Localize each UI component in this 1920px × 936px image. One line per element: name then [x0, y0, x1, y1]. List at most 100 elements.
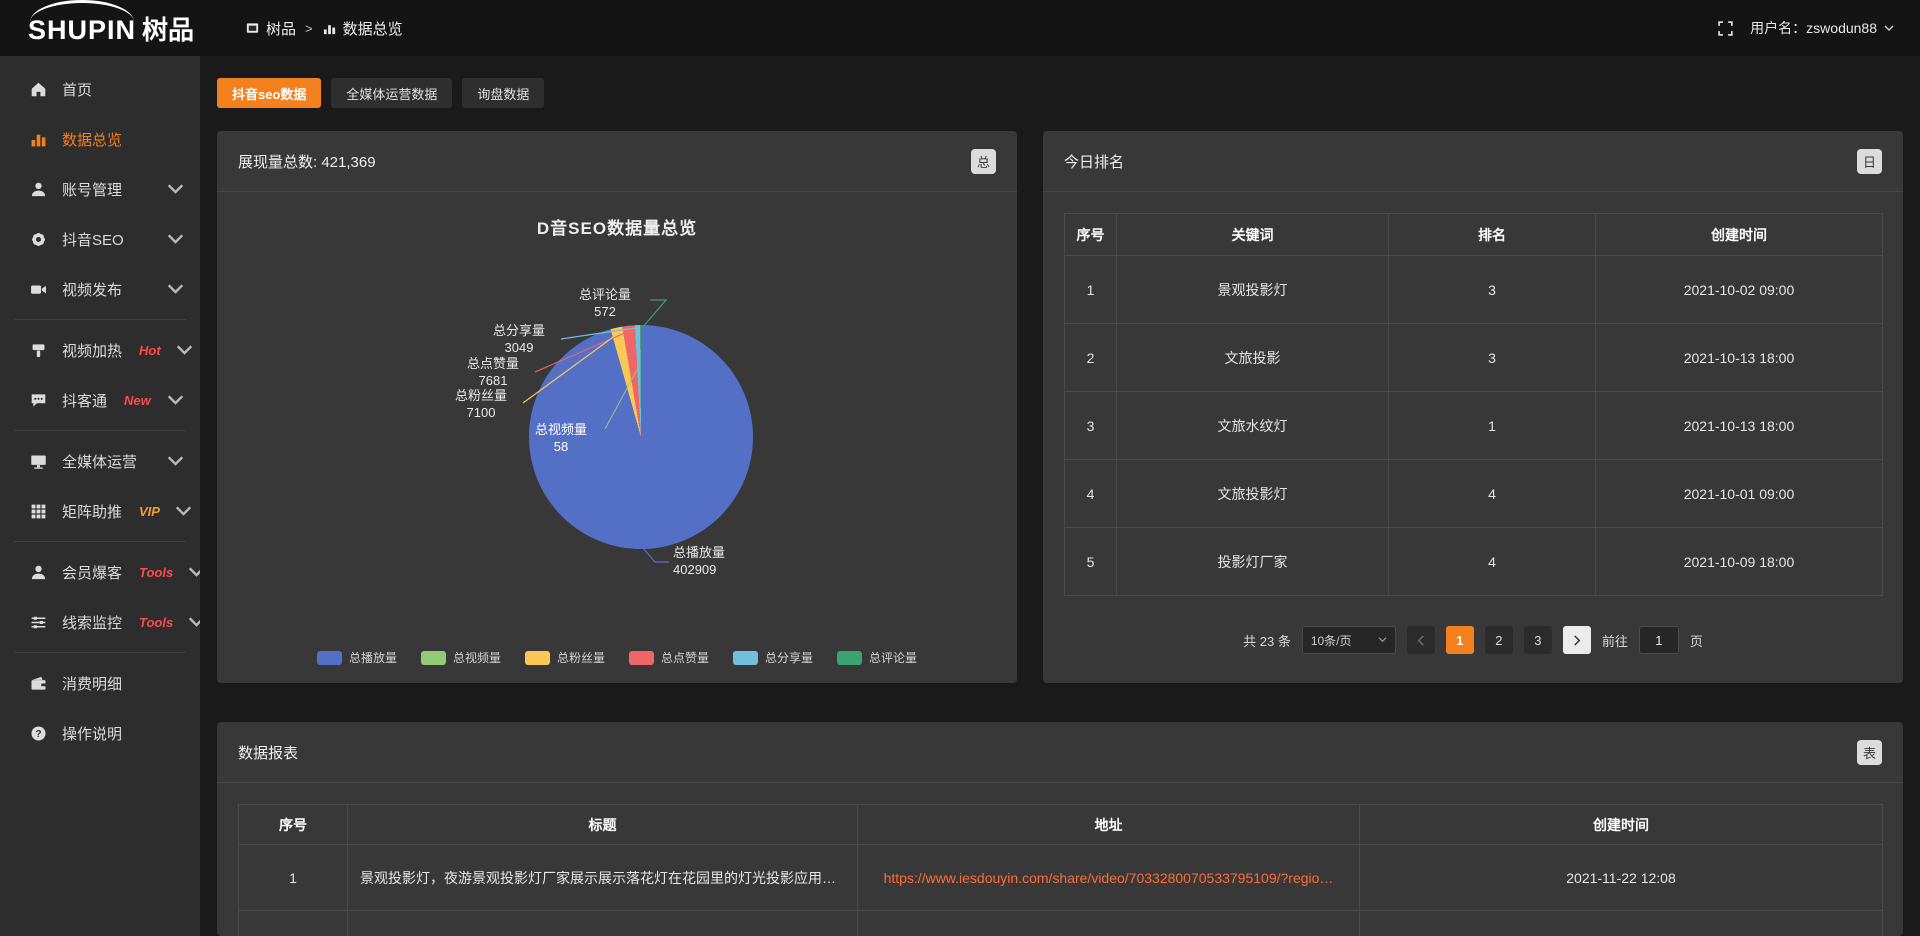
- day-badge-button[interactable]: 日: [1857, 149, 1882, 174]
- page-button-1[interactable]: 1: [1446, 626, 1474, 654]
- sidebar-item-clue-monitor[interactable]: 线索监控 Tools: [0, 597, 200, 647]
- pie-label-name: 总评论量: [563, 286, 647, 303]
- table-row: 3 文旅水纹灯 1 2021-10-13 18:00: [1065, 392, 1883, 460]
- legend-item-shares[interactable]: 总分享量: [733, 649, 813, 666]
- pie-label-plays: 总播放量 402909: [673, 544, 773, 578]
- sidebar-item-video-heat[interactable]: 视频加热 Hot: [0, 325, 200, 375]
- page-button-3[interactable]: 3: [1524, 626, 1552, 654]
- sidebar-item-matrix-boost[interactable]: 矩阵助推 VIP: [0, 486, 200, 536]
- breadcrumb-root-label: 树品: [266, 18, 296, 39]
- bar-chart-icon: [322, 21, 337, 36]
- legend-item-likes[interactable]: 总点赞量: [629, 649, 709, 666]
- pie-label-comments: 总评论量 572: [563, 286, 647, 320]
- cell-keyword: 文旅投影: [1117, 324, 1389, 392]
- goto-label: 前往: [1602, 631, 1628, 650]
- pie-label-value: 58: [517, 438, 605, 455]
- legend-label: 总播放量: [349, 649, 397, 666]
- user-icon: [30, 564, 47, 581]
- report-title: 数据报表: [238, 742, 298, 763]
- chevron-down-icon: [167, 453, 184, 470]
- chevron-down-icon: [175, 503, 192, 520]
- sidebar-item-label: 视频加热: [62, 340, 122, 361]
- sidebar-item-expense-detail[interactable]: 消费明细: [0, 658, 200, 708]
- sidebar-item-video-publish[interactable]: 视频发布: [0, 264, 200, 314]
- col-header-created: 创建时间: [1596, 214, 1883, 256]
- data-tabs: 抖音seo数据 全媒体运营数据 询盘数据: [217, 78, 1903, 108]
- sidebar-item-label: 账号管理: [62, 179, 122, 200]
- goto-page-input[interactable]: [1639, 626, 1679, 654]
- legend-item-videos[interactable]: 总视频量: [421, 649, 501, 666]
- sidebar-item-account[interactable]: 账号管理: [0, 164, 200, 214]
- col-header-created: 创建时间: [1360, 805, 1883, 845]
- tab-omnimedia-data[interactable]: 全媒体运营数据: [331, 78, 452, 108]
- cell-index: 2: [1065, 324, 1117, 392]
- sidebar-item-douketong[interactable]: 抖客通 New: [0, 375, 200, 425]
- chevron-down-icon: [167, 392, 184, 409]
- sidebar-item-label: 首页: [62, 79, 92, 100]
- sidebar-item-label: 线索监控: [62, 612, 122, 633]
- tools-badge: Tools: [139, 615, 173, 630]
- sidebar-item-home[interactable]: 首页: [0, 64, 200, 114]
- pie-label-shares: 总分享量 3049: [479, 322, 559, 356]
- tab-inquiry-data[interactable]: 询盘数据: [462, 78, 544, 108]
- sidebar-item-omnimedia[interactable]: 全媒体运营: [0, 436, 200, 486]
- legend-item-fans[interactable]: 总粉丝量: [525, 649, 605, 666]
- cell-rank: 3: [1389, 324, 1596, 392]
- legend-item-comments[interactable]: 总评论量: [837, 649, 917, 666]
- table-badge-button[interactable]: 表: [1857, 740, 1882, 765]
- goto-unit-label: 页: [1690, 631, 1703, 650]
- table-row: 1 景观投影灯，夜游景观投影灯厂家展示展示落花灯在花园里的灯光投影应用效果 #……: [239, 845, 1883, 911]
- table-row: 1 景观投影灯 3 2021-10-02 09:00: [1065, 256, 1883, 324]
- chart-legend: 总播放量 总视频量 总粉丝量 总点赞量 总分享量 总评论量: [217, 649, 1017, 666]
- cell-index: [239, 911, 348, 936]
- chevron-down-icon: [167, 281, 184, 298]
- video-link[interactable]: https://www.iesdouyin.com/share/video/70…: [884, 870, 1334, 886]
- table-header-row: 序号 标题 地址 创建时间: [239, 805, 1883, 845]
- sidebar-item-data-overview[interactable]: 数据总览: [0, 114, 200, 164]
- page-size-select[interactable]: 10条/页: [1302, 626, 1396, 654]
- pie-label-fans: 总粉丝量 7100: [441, 387, 521, 421]
- ranking-body: 序号 关键词 排名 创建时间 1 景观投影灯 3 2021-10-02 09:0…: [1043, 192, 1903, 675]
- cell-keyword: 投影灯厂家: [1117, 528, 1389, 596]
- pie-label-name: 总视频量: [517, 421, 605, 438]
- sidebar-item-label: 抖音SEO: [62, 229, 124, 250]
- cell-index: 5: [1065, 528, 1117, 596]
- cell-rank: 1: [1389, 392, 1596, 460]
- prev-page-button[interactable]: [1407, 626, 1435, 654]
- breadcrumb-root[interactable]: 树品: [245, 18, 296, 39]
- hot-badge: Hot: [139, 343, 161, 358]
- sidebar-item-label: 全媒体运营: [62, 451, 137, 472]
- cell-keyword: 文旅水纹灯: [1117, 392, 1389, 460]
- cell-url: https://www.iesdouyin.com/share/video/70…: [858, 845, 1360, 911]
- cell-keyword: 景观投影灯: [1117, 256, 1389, 324]
- user-dropdown[interactable]: 用户名：zswodun88: [1750, 18, 1894, 38]
- logo-text-cn: 树品: [142, 10, 194, 47]
- cell-created: 2021-10-01 09:00: [1596, 460, 1883, 528]
- display-total-label: 展现量总数: 421,369: [238, 151, 376, 172]
- page-button-2[interactable]: 2: [1485, 626, 1513, 654]
- gear-icon: [30, 231, 47, 248]
- col-header-rank: 排名: [1389, 214, 1596, 256]
- legend-label: 总评论量: [869, 649, 917, 666]
- legend-item-plays[interactable]: 总播放量: [317, 649, 397, 666]
- sidebar-divider: [14, 430, 186, 431]
- total-badge-button[interactable]: 总: [971, 149, 996, 174]
- legend-swatch: [421, 651, 446, 665]
- next-page-button[interactable]: [1563, 626, 1591, 654]
- tab-douyin-seo[interactable]: 抖音seo数据: [217, 78, 321, 108]
- cell-created: 2021-10-13 18:00: [1596, 324, 1883, 392]
- table-row: 5 投影灯厂家 4 2021-10-09 18:00: [1065, 528, 1883, 596]
- breadcrumb-current[interactable]: 数据总览: [322, 18, 403, 39]
- breadcrumb-current-label: 数据总览: [343, 18, 403, 39]
- cell-title: 景观投影灯，夜游景观投影灯厂家展示展示落花灯在花园里的灯光投影应用效果 #…: [348, 845, 858, 911]
- sidebar-item-help[interactable]: ? 操作说明: [0, 708, 200, 758]
- top-panels-row: 展现量总数: 421,369 总 D音SEO数据量总览: [217, 131, 1903, 683]
- sidebar-item-douyin-seo[interactable]: 抖音SEO: [0, 214, 200, 264]
- chevron-down-icon: [176, 342, 193, 359]
- page-size-value: 10条/页: [1311, 632, 1352, 649]
- breadcrumb-separator: >: [305, 21, 313, 36]
- fullscreen-icon[interactable]: [1717, 20, 1734, 37]
- cell-created: [1360, 911, 1883, 936]
- ranking-header: 今日排名 日: [1043, 131, 1903, 192]
- sidebar-item-member-burst[interactable]: 会员爆客 Tools: [0, 547, 200, 597]
